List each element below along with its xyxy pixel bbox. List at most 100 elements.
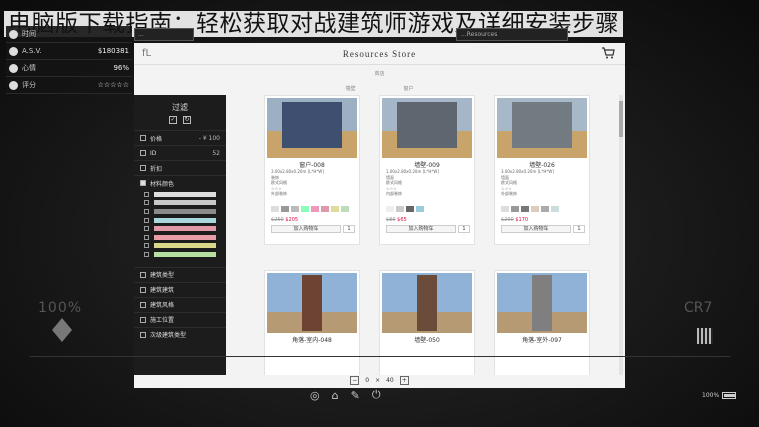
scrollbar-thumb[interactable] xyxy=(619,101,623,137)
add-to-cart-button[interactable]: 加入购物车 xyxy=(386,225,456,233)
color-option[interactable] xyxy=(291,206,299,212)
color-swatch xyxy=(154,251,216,257)
product-card[interactable]: 墙壁-009 1.00x2.80x0.20m [L*H*W] 墙面 欧式风格 ☆☆… xyxy=(379,95,475,245)
color-option[interactable] xyxy=(511,206,519,212)
product-color-options xyxy=(271,206,349,212)
filter-id[interactable]: ID 52 xyxy=(134,145,226,160)
color-option[interactable] xyxy=(551,206,559,212)
product-color-options xyxy=(501,206,559,212)
product-image[interactable] xyxy=(382,273,472,333)
color-option[interactable] xyxy=(406,206,414,212)
color-option[interactable] xyxy=(281,206,289,212)
add-to-cart-button[interactable]: 加入购物车 xyxy=(271,225,341,233)
checkbox[interactable] xyxy=(140,286,146,293)
quantity-field[interactable]: 1 xyxy=(458,225,470,233)
rating-icon xyxy=(9,80,18,90)
add-to-cart-button[interactable]: 加入购物车 xyxy=(501,225,571,233)
product-card[interactable]: 角落-室外-097 xyxy=(494,270,590,375)
cart-icon[interactable] xyxy=(601,47,615,59)
product-image[interactable] xyxy=(497,273,587,333)
checkbox[interactable] xyxy=(140,301,146,308)
refresh-icon[interactable]: ↻ xyxy=(183,116,191,124)
next-page-button[interactable]: + xyxy=(399,375,409,385)
top-left-field[interactable]: ... xyxy=(134,28,194,41)
product-card[interactable]: 墙壁-050 xyxy=(379,270,475,375)
swatch-row[interactable] xyxy=(134,216,226,225)
current-price: $170 xyxy=(515,217,529,223)
checkbox[interactable] xyxy=(140,316,146,323)
battery-indicator: 100% xyxy=(702,392,737,399)
color-option[interactable] xyxy=(521,206,529,212)
product-image[interactable] xyxy=(267,273,357,333)
filter-label: ID xyxy=(150,149,157,157)
checkbox[interactable] xyxy=(140,165,146,171)
filter-category[interactable]: 建筑类型 xyxy=(134,266,226,282)
checkbox[interactable] xyxy=(144,208,149,214)
color-option[interactable] xyxy=(531,206,539,212)
product-image[interactable] xyxy=(382,98,472,158)
color-option[interactable] xyxy=(341,206,349,212)
quantity-field[interactable]: 1 xyxy=(573,225,585,233)
filter-category[interactable]: 建筑风格 xyxy=(134,296,226,312)
top-right-search[interactable]: ...Resources xyxy=(456,28,568,41)
color-option[interactable] xyxy=(396,206,404,212)
product-image[interactable] xyxy=(267,98,357,158)
color-option[interactable] xyxy=(271,206,279,212)
checkbox[interactable] xyxy=(144,243,149,249)
filter-discount[interactable]: 折扣 xyxy=(134,160,226,175)
swatch-row[interactable] xyxy=(134,224,226,233)
store-subtabs: 墙壁 窗户 xyxy=(134,81,625,95)
checkbox[interactable] xyxy=(144,251,149,257)
checkbox[interactable] xyxy=(140,271,146,278)
product-name: 墙壁-009 xyxy=(414,162,440,169)
stat-value: 96% xyxy=(113,64,129,72)
tool-icon[interactable]: ✎ xyxy=(351,389,360,402)
color-option[interactable] xyxy=(321,206,329,212)
stat-label: A.S.V. xyxy=(22,47,42,55)
filter-category[interactable]: 施工位置 xyxy=(134,311,226,327)
product-card[interactable]: 角落-室内-048 xyxy=(264,270,360,375)
product-card[interactable]: 窗户-008 3.00x2.80x0.20m [L*H*W] 装饰 欧式风格 ☆☆… xyxy=(264,95,360,245)
checkbox[interactable] xyxy=(144,191,149,197)
checkbox[interactable] xyxy=(140,180,146,186)
prev-page-button[interactable]: − xyxy=(350,375,360,385)
checkbox[interactable] xyxy=(144,217,149,223)
checkbox[interactable] xyxy=(144,200,149,206)
checkbox[interactable] xyxy=(140,331,146,338)
checkbox[interactable] xyxy=(144,226,149,232)
swatch-row[interactable] xyxy=(134,199,226,208)
filter-material-color[interactable]: 材料颜色 xyxy=(134,175,226,190)
building-icon[interactable]: ⌂ xyxy=(332,389,339,402)
power-icon[interactable]: ⏻ xyxy=(372,388,381,402)
checkbox[interactable] xyxy=(140,150,146,156)
subtab-walls[interactable]: 墙壁 xyxy=(345,85,355,92)
color-option[interactable] xyxy=(541,206,549,212)
swatch-row[interactable] xyxy=(134,250,226,259)
color-option[interactable] xyxy=(501,206,509,212)
color-option[interactable] xyxy=(311,206,319,212)
swatch-row[interactable] xyxy=(134,207,226,216)
hud-left-text: 100% xyxy=(38,300,83,316)
earth-icon[interactable]: ◎ xyxy=(310,389,320,402)
swatch-row[interactable] xyxy=(134,233,226,242)
check-icon[interactable]: ✓ xyxy=(169,116,177,124)
product-name: 墙壁-026 xyxy=(529,162,555,169)
scrollbar[interactable] xyxy=(619,95,623,375)
pagination: − 0 × 40 + xyxy=(134,374,625,386)
color-option[interactable] xyxy=(301,206,309,212)
color-option[interactable] xyxy=(331,206,339,212)
filter-category[interactable]: 建筑建筑 xyxy=(134,281,226,297)
swatch-row[interactable] xyxy=(134,190,226,199)
product-image[interactable] xyxy=(497,98,587,158)
tab-store[interactable]: 商店 xyxy=(374,70,384,77)
filter-price[interactable]: 价格 - ¥ 100 xyxy=(134,130,226,145)
subtab-windows[interactable]: 窗户 xyxy=(404,85,414,92)
checkbox[interactable] xyxy=(140,135,146,141)
quantity-field[interactable]: 1 xyxy=(343,225,355,233)
color-option[interactable] xyxy=(386,206,394,212)
checkbox[interactable] xyxy=(144,234,149,240)
swatch-row[interactable] xyxy=(134,242,226,251)
filter-category[interactable]: 次级建筑类型 xyxy=(134,326,226,342)
product-card[interactable]: 墙壁-026 3.00x2.80x0.20m [L*H*W] 墙面 欧式风格 ☆☆… xyxy=(494,95,590,245)
color-option[interactable] xyxy=(416,206,424,212)
